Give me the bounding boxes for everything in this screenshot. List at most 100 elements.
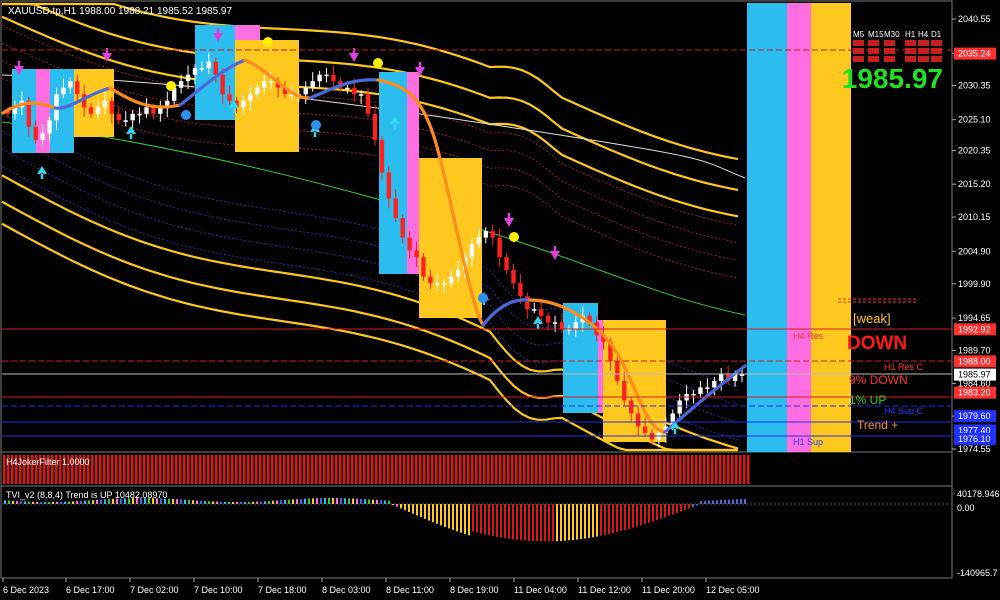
candle-body (538, 309, 544, 316)
tvi-bar (612, 504, 614, 534)
tf-label: H1 (905, 30, 916, 39)
tvi-bar (692, 504, 694, 508)
filter-bar (671, 455, 674, 484)
filter-bar (715, 455, 718, 484)
filter-bar (547, 455, 550, 484)
price-tick-label: 2030.35 (958, 80, 991, 90)
filter-bar (203, 455, 206, 484)
filter-bar (455, 455, 458, 484)
filter-bar (283, 455, 286, 484)
filter-bar (247, 455, 250, 484)
filter-bar (487, 455, 490, 484)
filter-bar (223, 455, 226, 484)
tvi-bar (316, 498, 318, 504)
candle-body (552, 322, 558, 324)
candle-body (629, 400, 634, 414)
candle-body (206, 61, 212, 69)
tvi-bar (36, 501, 38, 504)
time-axis: 6 Dec 2023 6 Dec 17:00 7 Dec 02:00 7 Dec 10… (2, 578, 760, 595)
tvi-bar (472, 504, 474, 532)
candle-body (75, 81, 80, 95)
candle-body (400, 218, 405, 238)
candle-body (483, 231, 488, 238)
tvi-bar (64, 501, 66, 504)
candle-body (248, 94, 253, 101)
filter-bar (359, 455, 362, 484)
h1-res-label: H1 Res C (884, 362, 924, 372)
up-arrow-icon (37, 166, 47, 179)
filter-bar (395, 455, 398, 484)
tvi-bar (508, 504, 510, 539)
tvi-bar (172, 498, 174, 504)
filter-bar (343, 455, 346, 484)
tf-cell-icon (884, 56, 895, 62)
tvi-bar (328, 498, 330, 504)
tvi-bar (696, 504, 698, 506)
candle-body (303, 87, 308, 95)
filter-bar (411, 455, 414, 484)
tvi-bar (236, 501, 238, 504)
tvi-bar (588, 504, 590, 538)
filter-bar (183, 455, 186, 484)
filter-bar (167, 455, 170, 484)
tf-cell-icon (918, 40, 929, 46)
tvi-bar (636, 504, 638, 527)
filter-bar (443, 455, 446, 484)
tvi-bar (84, 500, 86, 504)
tvi-bar (516, 504, 518, 540)
filter-bar (271, 455, 274, 484)
h4-res-label: H4 Res (793, 331, 824, 341)
tvi-bar (732, 499, 734, 504)
filter-bar (91, 455, 94, 484)
signal-box (235, 40, 299, 152)
filter-bar (615, 455, 618, 484)
tvi-bar (344, 498, 346, 504)
tvi-bar (632, 504, 634, 528)
tf-cell-icon (931, 56, 942, 62)
tvi-bar (488, 504, 490, 536)
filter-bar (535, 455, 538, 484)
signal-dot-icon (166, 81, 176, 91)
tvi-bar (32, 501, 34, 504)
filter-bar (551, 455, 554, 484)
filter-bar (147, 455, 150, 484)
candle-body (442, 283, 447, 285)
filter-bar (195, 455, 198, 484)
tvi-bar (648, 504, 650, 523)
signal-circle-icon (478, 293, 488, 303)
price-label: 1992.92 (958, 324, 991, 334)
filter-bar (335, 455, 338, 484)
tvi-bar (456, 504, 458, 532)
candle-body (123, 120, 128, 122)
filter-bar (703, 455, 706, 484)
trading-chart[interactable]: XAUUSD.tp,H1 1988.00 1988.21 1985.52 198… (0, 0, 1000, 600)
tvi-bar (540, 504, 542, 542)
tvi-bar (216, 501, 218, 504)
tvi-bar (652, 504, 654, 522)
candle-body (448, 276, 454, 284)
tvi-bar (336, 498, 338, 504)
filter-bar (655, 455, 658, 484)
filter-bar (691, 455, 694, 484)
candle-body (33, 126, 38, 140)
tvi-bar (280, 500, 282, 504)
tvi-bar (528, 504, 530, 541)
tvi-bar (560, 504, 562, 541)
candle-body (428, 276, 433, 284)
time-tick-label: 7 Dec 10:00 (194, 585, 243, 595)
candle-body (227, 94, 232, 101)
filter-bar (367, 455, 370, 484)
candle-body (635, 413, 641, 427)
tvi-bar (688, 504, 690, 509)
candle-body (116, 113, 121, 121)
candle-body (532, 309, 537, 311)
candle-body (199, 68, 205, 70)
tvi-bar (404, 504, 406, 511)
price-label: 1988.00 (958, 356, 991, 366)
tvi-bar (624, 504, 626, 531)
candle-body (178, 81, 184, 88)
tvi-bar (392, 504, 394, 505)
tvi-bar (204, 500, 206, 504)
filter-bar (543, 455, 546, 484)
tvi-bar (200, 500, 202, 504)
